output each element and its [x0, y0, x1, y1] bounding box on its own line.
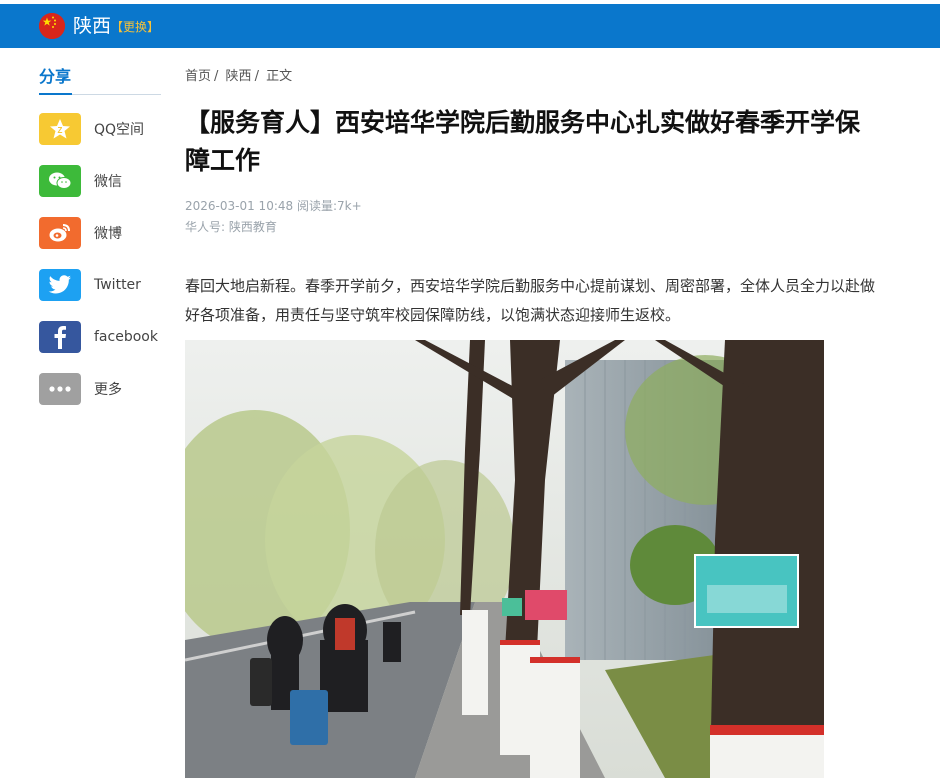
share-divider [39, 93, 161, 95]
breadcrumb-region-link[interactable]: 陕西 [226, 69, 252, 84]
breadcrumb-separator: / [254, 69, 259, 84]
share-more-button[interactable]: 更多 [39, 373, 161, 405]
qzone-icon: Z [39, 113, 81, 145]
breadcrumb: 首页 / 陕西 / 正文 [185, 64, 875, 90]
article-photo [185, 340, 824, 778]
share-more-label: 更多 [94, 382, 122, 398]
more-icon [39, 373, 81, 405]
share-wechat-button[interactable]: 微信 [39, 165, 161, 197]
twitter-icon [39, 269, 81, 301]
article-read-count: 阅读量:7k+ [296, 199, 362, 213]
share-facebook-button[interactable]: facebook [39, 321, 161, 353]
facebook-icon [39, 321, 81, 353]
breadcrumb-home-link[interactable]: 首页 [185, 69, 211, 84]
breadcrumb-separator: / [214, 69, 219, 84]
china-flag-icon [39, 13, 65, 39]
svg-text:Z: Z [58, 126, 63, 135]
breadcrumb-current: 正文 [266, 69, 293, 84]
share-qzone-button[interactable]: Z QQ空间 [39, 113, 161, 145]
share-twitter-label: Twitter [94, 277, 141, 293]
article-author: 华人号: 陕西教育 [185, 220, 277, 234]
top-bar: 陕西 【更换】 [0, 4, 940, 48]
wechat-icon [39, 165, 81, 197]
article-lead-paragraph: 春回大地启新程。春季开学前夕，西安培华学院后勤服务中心提前谋划、周密部署，全体人… [185, 277, 876, 324]
share-weibo-label: 微博 [94, 226, 122, 242]
article-meta: 2026-03-01 10:48 阅读量:7k+ 华人号: 陕西教育 [185, 196, 875, 238]
share-title: 分享 [39, 67, 72, 86]
share-wechat-label: 微信 [94, 174, 122, 190]
region-name: 陕西 [73, 15, 112, 37]
article-title: 【服务育人】西安培华学院后勤服务中心扎实做好春季开学保障工作 [185, 108, 861, 175]
article-datetime: 2026-03-01 10:48 [185, 199, 294, 213]
share-qzone-label: QQ空间 [94, 122, 145, 138]
share-sidebar: 分享 Z QQ空间 微信 微博 Twitter facebook 更多 [39, 64, 161, 425]
switch-region-link[interactable]: 【更换】 [111, 19, 159, 35]
article-main: 首页 / 陕西 / 正文 【服务育人】西安培华学院后勤服务中心扎实做好春季开学保障工… [185, 64, 875, 330]
share-twitter-button[interactable]: Twitter [39, 269, 161, 301]
share-facebook-label: facebook [94, 329, 158, 345]
weibo-icon [39, 217, 81, 249]
campus-tree-lined-road-image [185, 340, 824, 778]
share-weibo-button[interactable]: 微博 [39, 217, 161, 249]
